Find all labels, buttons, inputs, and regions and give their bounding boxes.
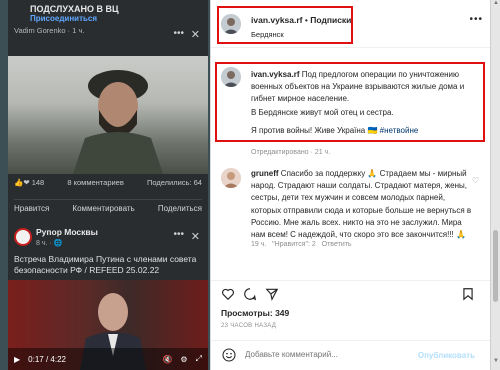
close-icon[interactable]: ✕ bbox=[191, 28, 200, 41]
comment-username[interactable]: gruneff bbox=[251, 169, 279, 178]
highlight-box bbox=[217, 6, 353, 44]
add-comment-bar: Опубликовать bbox=[211, 340, 491, 370]
video-time: 0:17 / 4:22 bbox=[28, 354, 66, 364]
more-icon[interactable]: ••• bbox=[173, 229, 184, 240]
scroll-up-icon[interactable]: ▲ bbox=[491, 0, 500, 12]
caption-meta: Отредактировано · 21 ч. bbox=[251, 149, 331, 156]
comment-button[interactable]: Комментировать bbox=[72, 204, 134, 213]
comment-input[interactable] bbox=[245, 350, 415, 359]
author-name[interactable]: Vadim Gorenko bbox=[14, 26, 66, 35]
comment-time: 19 ч. bbox=[251, 241, 267, 248]
fb-post-2: Рупор Москвы 8 ч. · 🌐 ••• ✕ Встреча Влад… bbox=[8, 222, 208, 370]
comment-likes[interactable]: "Нравится": 2 bbox=[272, 241, 316, 248]
avatar-image bbox=[221, 168, 241, 188]
more-icon[interactable]: ••• bbox=[173, 28, 184, 39]
group-title[interactable]: ПОДСЛУХАНО В ВЦ bbox=[30, 4, 202, 14]
scrollbar[interactable]: ▲ ▼ bbox=[490, 0, 500, 370]
post-caption: Встреча Владимира Путина с членами совет… bbox=[14, 254, 197, 275]
scrollbar-thumb[interactable] bbox=[493, 230, 498, 302]
reply-button[interactable]: Ответить bbox=[322, 241, 352, 248]
fb-post-1: ПОДСЛУХАНО В ВЦ Присоединиться Vadim Gor… bbox=[8, 0, 208, 222]
share-icon[interactable] bbox=[265, 287, 279, 301]
settings-icon[interactable]: ⚙ bbox=[180, 355, 187, 364]
post-time: 1 ч. bbox=[72, 26, 85, 35]
comment-meta: 19 ч. "Нравится": 2 Ответить bbox=[251, 241, 352, 248]
post-stats: 👍❤ 148 8 комментариев Поделились: 64 bbox=[14, 178, 202, 187]
like-button[interactable]: Нравится bbox=[14, 204, 49, 213]
more-options-icon[interactable]: ••• bbox=[469, 14, 483, 25]
views-count[interactable]: Просмотры: 349 bbox=[221, 308, 289, 318]
scroll-down-icon[interactable]: ▼ bbox=[491, 358, 500, 370]
post-actions: Нравится Комментировать Поделиться bbox=[14, 199, 202, 213]
bookmark-icon[interactable] bbox=[461, 287, 475, 301]
post-header: ivan.vyksa.rf • Подписки Бердянск ••• bbox=[211, 0, 491, 48]
share-button[interactable]: Поделиться bbox=[158, 204, 202, 213]
soldier-photo bbox=[73, 70, 163, 174]
comment-icon[interactable] bbox=[243, 287, 257, 301]
instagram-post-panel: ivan.vyksa.rf • Подписки Бердянск ••• iv… bbox=[210, 0, 500, 370]
avatar[interactable] bbox=[221, 168, 241, 188]
post-age[interactable]: 23 ЧАСОВ НАЗАД bbox=[221, 323, 276, 329]
emoji-icon[interactable] bbox=[221, 347, 237, 363]
heart-icon[interactable] bbox=[221, 287, 235, 301]
reactions-count[interactable]: 👍❤ 148 bbox=[14, 178, 44, 187]
action-bar bbox=[211, 280, 491, 310]
channel-logo[interactable] bbox=[14, 228, 32, 246]
highlight-box bbox=[215, 62, 485, 142]
fb-post-2-header: Рупор Москвы 8 ч. · 🌐 ••• ✕ bbox=[8, 222, 208, 252]
comments-count[interactable]: 8 комментариев bbox=[67, 178, 123, 187]
post-photo[interactable] bbox=[8, 56, 208, 174]
comment-like-icon[interactable]: ♡ bbox=[472, 176, 479, 185]
volume-icon[interactable]: 🔇 bbox=[162, 355, 172, 364]
comment-body: Спасибо за поддержку 🙏 Страдаем мы - мир… bbox=[251, 169, 472, 240]
shares-count[interactable]: Поделились: 64 bbox=[147, 178, 202, 187]
join-link[interactable]: Присоединиться bbox=[30, 14, 202, 23]
fb-post-1-header: ПОДСЛУХАНО В ВЦ Присоединиться Vadim Gor… bbox=[8, 0, 208, 52]
background-feed: ПОДСЛУХАНО В ВЦ Присоединиться Vadim Gor… bbox=[0, 0, 210, 370]
video-player[interactable]: ▶ 0:17 / 4:22 🔇 ⚙ ⤢ bbox=[8, 280, 208, 370]
comment-text: gruneff Спасибо за поддержку 🙏 Страдаем … bbox=[251, 168, 476, 241]
post-time: 8 ч. · 🌐 bbox=[36, 240, 63, 247]
video-controls: ▶ 0:17 / 4:22 🔇 ⚙ ⤢ bbox=[8, 348, 208, 370]
post-comment-button[interactable]: Опубликовать bbox=[418, 351, 475, 360]
fullscreen-icon[interactable]: ⤢ bbox=[196, 354, 202, 364]
close-icon[interactable]: ✕ bbox=[191, 230, 200, 243]
play-icon[interactable]: ▶ bbox=[14, 355, 20, 364]
